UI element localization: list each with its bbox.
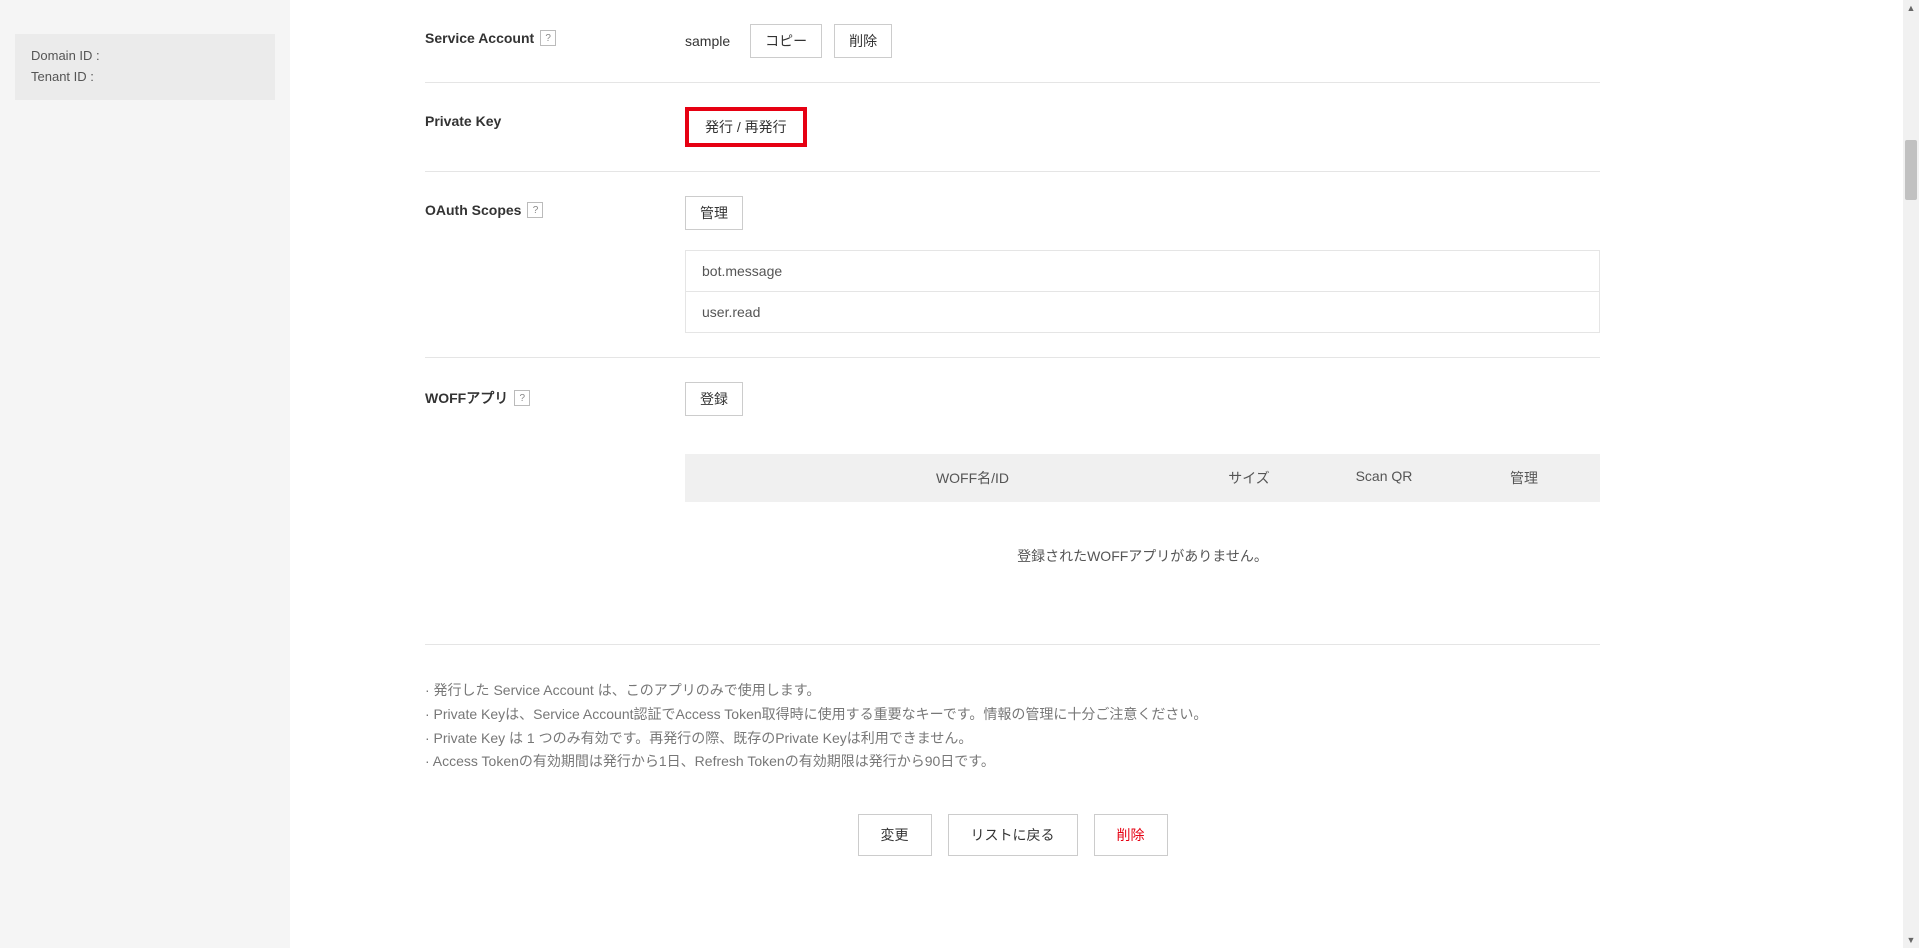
delete-service-account-button[interactable]: 削除 (834, 24, 892, 58)
scrollbar[interactable]: ▲ ▼ (1903, 0, 1919, 948)
woff-app-row: WOFFアプリ ? 登録 WOFF名/ID サイズ Scan QR 管理 登録さ… (425, 357, 1600, 634)
delete-button[interactable]: 削除 (1094, 814, 1168, 856)
service-account-label-text: Service Account (425, 30, 534, 46)
back-to-list-button[interactable]: リストに戻る (948, 814, 1078, 856)
private-key-label-text: Private Key (425, 113, 501, 129)
scope-item: user.read (686, 292, 1599, 332)
woff-col-name: WOFF名/ID (701, 468, 1194, 488)
copy-button[interactable]: コピー (750, 24, 822, 58)
woff-table-header: WOFF名/ID サイズ Scan QR 管理 (685, 454, 1600, 502)
oauth-scopes-label-text: OAuth Scopes (425, 202, 521, 218)
scrollbar-thumb[interactable] (1905, 140, 1917, 200)
woff-col-size: サイズ (1194, 468, 1304, 488)
note-line: · Private Keyは、Service Account認証でAccess … (425, 703, 1600, 727)
help-icon[interactable]: ? (514, 390, 530, 406)
register-woff-button[interactable]: 登録 (685, 382, 743, 416)
oauth-scopes-row: OAuth Scopes ? 管理 bot.message user.read (425, 171, 1600, 357)
sidebar-info-box: Domain ID : Tenant ID : (15, 34, 275, 100)
woff-empty-message: 登録されたWOFFアプリがありません。 (685, 502, 1600, 610)
woff-app-value-row: 登録 (685, 382, 1600, 416)
issue-private-key-button[interactable]: 発行 / 再発行 (685, 107, 807, 147)
help-icon[interactable]: ? (540, 30, 556, 46)
tenant-id-label: Tenant ID : (31, 67, 259, 88)
oauth-scopes-value: 管理 bot.message user.read (685, 196, 1600, 333)
service-account-row: Service Account ? sample コピー 削除 (425, 0, 1600, 82)
scroll-up-icon[interactable]: ▲ (1903, 0, 1919, 16)
change-button[interactable]: 変更 (858, 814, 932, 856)
scopes-list: bot.message user.read (685, 250, 1600, 333)
woff-col-qr: Scan QR (1304, 468, 1464, 488)
note-line: · Access Tokenの有効期間は発行から1日、Refresh Token… (425, 750, 1600, 774)
woff-table: WOFF名/ID サイズ Scan QR 管理 登録されたWOFFアプリがありま… (685, 454, 1600, 610)
private-key-label: Private Key (425, 107, 685, 129)
manage-scopes-button[interactable]: 管理 (685, 196, 743, 230)
footer-buttons: 変更 リストに戻る 削除 (425, 814, 1600, 876)
woff-app-label-text: WOFFアプリ (425, 388, 508, 408)
private-key-value-row: 発行 / 再発行 (685, 107, 1600, 147)
scroll-down-icon[interactable]: ▼ (1903, 932, 1919, 948)
woff-app-label: WOFFアプリ ? (425, 382, 685, 408)
woff-col-manage: 管理 (1464, 468, 1584, 488)
note-line: · 発行した Service Account は、このアプリのみで使用します。 (425, 679, 1600, 703)
domain-id-label: Domain ID : (31, 46, 259, 67)
service-account-value-row: sample コピー 削除 (685, 24, 1600, 58)
scope-item: bot.message (686, 251, 1599, 292)
note-line: · Private Key は 1 つのみ有効です。再発行の際、既存のPriva… (425, 727, 1600, 751)
help-icon[interactable]: ? (527, 202, 543, 218)
service-account-label: Service Account ? (425, 24, 685, 46)
oauth-scopes-value-row: 管理 (685, 196, 1600, 230)
notes-section: · 発行した Service Account は、このアプリのみで使用します。 … (425, 644, 1600, 774)
private-key-row: Private Key 発行 / 再発行 (425, 82, 1600, 171)
woff-app-value: 登録 WOFF名/ID サイズ Scan QR 管理 登録されたWOFFアプリが… (685, 382, 1600, 610)
service-account-value: sample コピー 削除 (685, 24, 1600, 58)
private-key-value: 発行 / 再発行 (685, 107, 1600, 147)
service-account-text: sample (685, 33, 730, 49)
oauth-scopes-label: OAuth Scopes ? (425, 196, 685, 218)
sidebar: Domain ID : Tenant ID : (0, 0, 290, 948)
main-content: Service Account ? sample コピー 削除 Private … (290, 0, 1640, 948)
